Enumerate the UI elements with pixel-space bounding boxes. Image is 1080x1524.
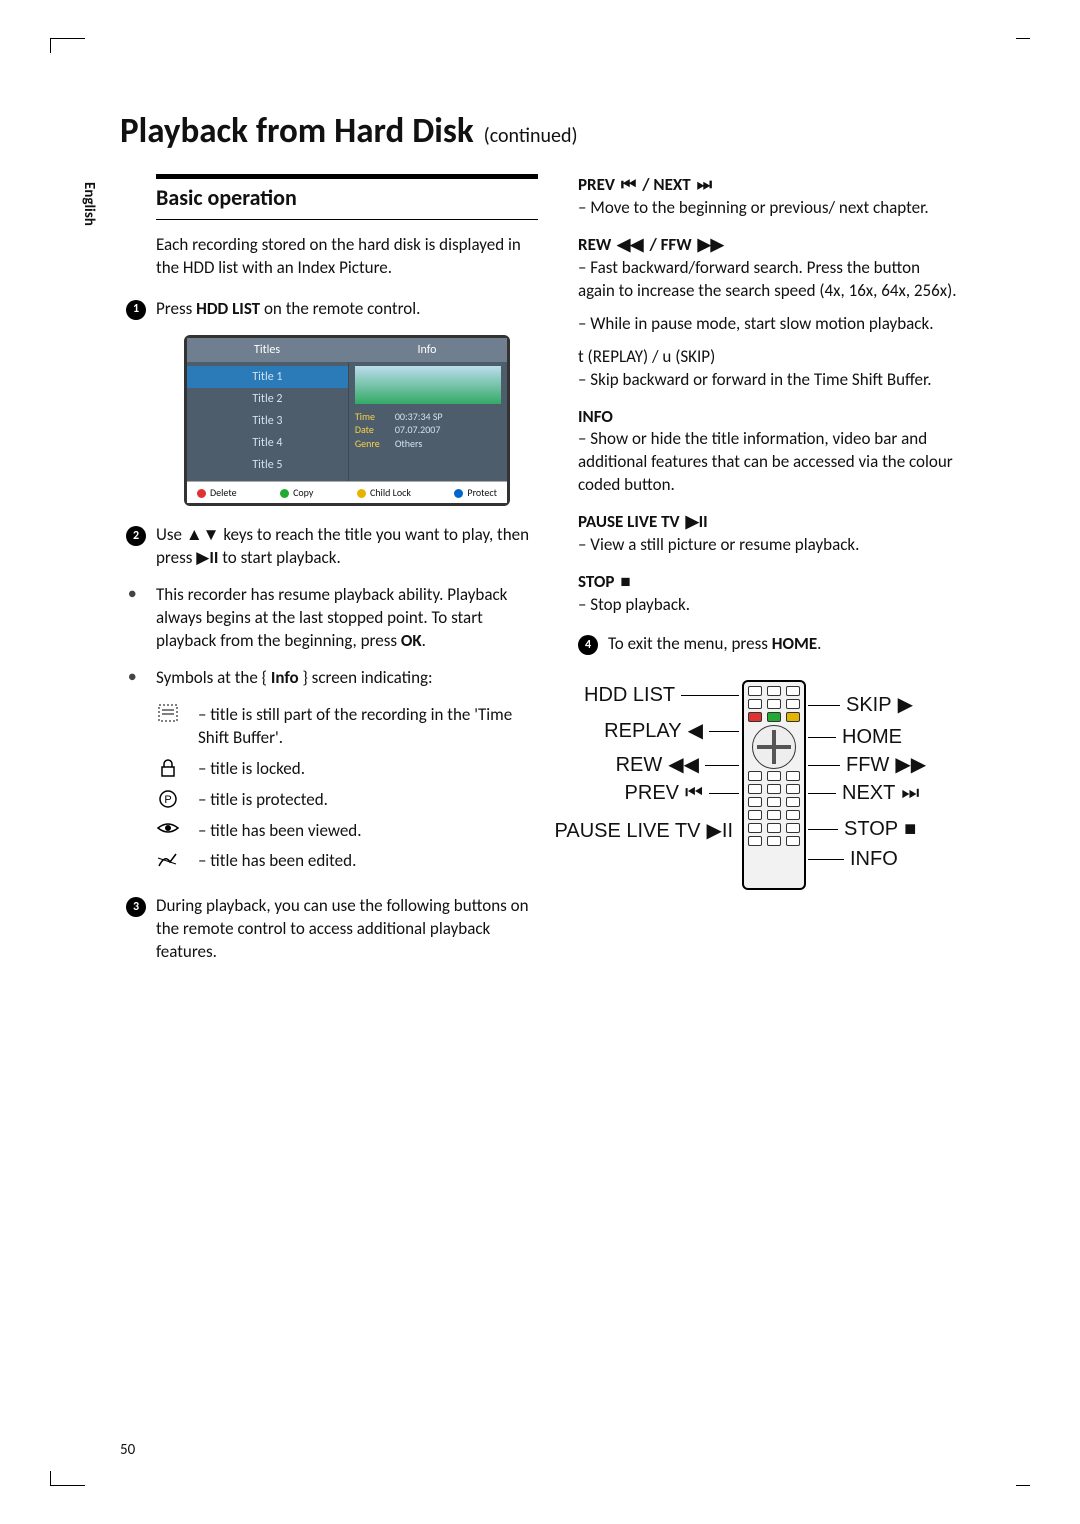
remote-dpad — [752, 725, 796, 769]
svg-text:P: P — [164, 794, 171, 806]
step-4-text: To exit the menu, press HOME. — [608, 633, 821, 654]
rule — [156, 219, 538, 220]
symbol-row-locked: – title is locked. — [156, 758, 538, 781]
step-3-badge: 3 — [126, 897, 146, 917]
lock-icon — [156, 758, 180, 778]
step-2-badge: 2 — [126, 526, 146, 546]
hdd-col-titles: Titles — [187, 338, 347, 362]
hdd-list-illustration: Titles Info Title 1 Title 2 Title 3 Titl… — [184, 335, 510, 507]
stop-desc: – Stop playback. — [578, 594, 960, 617]
label-ffw: FFW▶▶ — [808, 752, 926, 779]
language-tab: English — [80, 182, 98, 226]
info-heading: INFO — [578, 406, 960, 429]
pause-desc: – View a still picture or resume playbac… — [578, 534, 960, 557]
step-2-text: Use ▲▼ keys to reach the title you want … — [156, 524, 529, 568]
label-skip: SKIP▶ — [808, 692, 913, 719]
rew-icon: ◀◀ — [617, 234, 643, 257]
next-icon: ⏭ — [697, 174, 712, 197]
prev-icon: ⏮ — [621, 174, 636, 197]
label-info: INFO — [808, 846, 898, 873]
title-continued: (continued) — [484, 124, 578, 148]
step-1-text: Press HDD LIST on the remote control. — [156, 298, 420, 319]
crop-mark — [50, 1471, 85, 1486]
label-replay: REPLAY◀ — [584, 718, 739, 745]
rew-ffw-heading: REW ◀◀ / FFW ▶▶ — [578, 234, 960, 257]
symbol-row-protected: P – title is protected. — [156, 789, 538, 812]
crop-mark — [1016, 38, 1030, 73]
replay-skip-desc: – Skip backward or forward in the Time S… — [578, 369, 960, 392]
symbol-row-buffer: – title is still part of the recording i… — [156, 704, 538, 750]
info-desc: – Show or hide the title information, vi… — [578, 428, 960, 497]
hdd-preview — [355, 366, 501, 404]
label-stop: STOP■ — [808, 816, 916, 843]
crop-mark — [50, 38, 85, 53]
label-hddlist: HDD LIST — [584, 682, 739, 709]
step-4-badge: 4 — [578, 635, 598, 655]
buffer-icon — [156, 704, 180, 722]
protected-icon: P — [156, 789, 180, 809]
remote-illustration: HDD LIST REPLAY◀ REW◀◀ PREV⏮ PAUSE LIVE … — [584, 670, 954, 910]
stop-icon: ■ — [620, 571, 630, 594]
crop-mark — [1016, 1451, 1030, 1486]
hdd-col-info: Info — [347, 338, 507, 362]
intro-text: Each recording stored on the hard disk i… — [156, 234, 538, 280]
column-right: PREV ⏮ / NEXT ⏭ – Move to the beginning … — [578, 174, 960, 978]
rew-ffw-desc-2: – While in pause mode, start slow motion… — [578, 313, 960, 336]
hdd-footer: Delete Copy Child Lock Protect — [187, 481, 507, 504]
hdd-titles-list: Title 1 Title 2 Title 3 Title 4 Title 5 — [187, 362, 349, 481]
prev-next-heading: PREV ⏮ / NEXT ⏭ — [578, 174, 960, 197]
step-3-text: During playback, you can use the followi… — [156, 895, 529, 962]
label-next: NEXT⏭ — [808, 780, 919, 807]
rule — [156, 174, 538, 179]
stop-heading: STOP ■ — [578, 571, 960, 594]
prev-next-desc: – Move to the beginning or previous/ nex… — [578, 197, 960, 220]
title-main: Playback from Hard Disk — [120, 110, 474, 152]
pause-heading: PAUSE LIVE TV ▶II — [578, 511, 960, 534]
rew-ffw-desc-1: – Fast backward/forward search. Press th… — [578, 257, 960, 303]
replay-skip-heading: t (REPLAY) / u (SKIP) — [578, 346, 960, 369]
ffw-icon: ▶▶ — [698, 234, 724, 257]
symbol-row-edited: – title has been edited. — [156, 850, 538, 873]
symbols-intro: Symbols at the { Info } screen indicatin… — [156, 667, 538, 690]
resume-note: This recorder has resume playback abilit… — [156, 584, 538, 653]
page-title: Playback from Hard Disk (continued) — [120, 110, 960, 152]
section-title: Basic operation — [156, 183, 538, 213]
step-1-badge: 1 — [126, 300, 146, 320]
hdd-info-panel: Time00:37:34 SP Date07.07.2007 GenreOthe… — [349, 362, 507, 481]
play-pause-icon: ▶II — [686, 511, 708, 534]
symbol-row-viewed: – title has been viewed. — [156, 820, 538, 843]
label-pauselive: PAUSE LIVE TV▶II — [584, 818, 739, 845]
column-left: Basic operation Each recording stored on… — [156, 174, 538, 978]
page-number: 50 — [120, 1441, 135, 1459]
edited-icon — [156, 850, 180, 870]
page: English Playback from Hard Disk (continu… — [0, 0, 1080, 1524]
label-prev: PREV⏮ — [584, 780, 739, 807]
eye-icon — [156, 820, 180, 836]
label-rew: REW◀◀ — [584, 752, 739, 779]
remote-body — [742, 680, 806, 890]
label-home: HOME — [808, 724, 902, 751]
